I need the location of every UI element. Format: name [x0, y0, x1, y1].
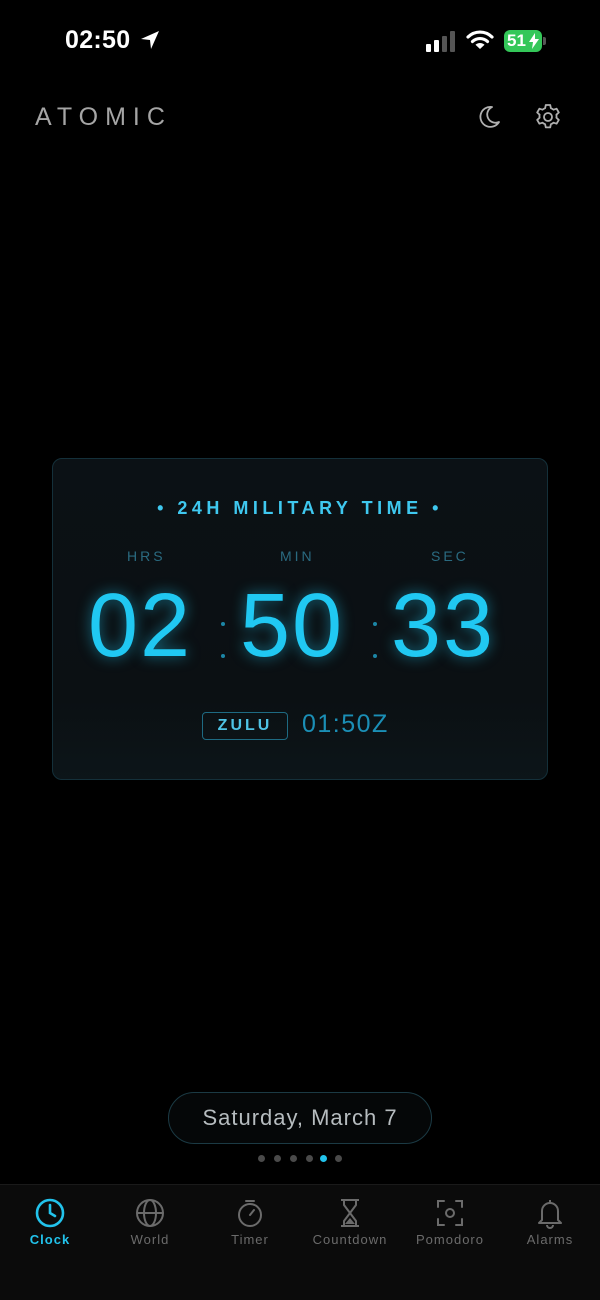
stopwatch-icon [238, 1200, 262, 1227]
tab-world[interactable]: World [100, 1185, 200, 1265]
tab-clock[interactable]: Clock [0, 1185, 100, 1265]
hourglass-icon [341, 1199, 359, 1227]
cellular-signal-icon [426, 31, 455, 52]
card-heading: • 24H MILITARY TIME • [157, 498, 443, 518]
tab-countdown[interactable]: Countdown [300, 1185, 400, 1265]
zulu-time: 01:50Z [302, 710, 389, 738]
battery-level: 51 [507, 31, 526, 50]
page-dot[interactable] [258, 1155, 265, 1162]
tab-label: World [130, 1232, 170, 1247]
globe-icon [136, 1199, 164, 1227]
battery-indicator: 51 [504, 30, 546, 52]
zulu-badge: ZULU [202, 712, 288, 740]
page-dot[interactable] [274, 1155, 281, 1162]
minutes-label: MIN [280, 548, 315, 564]
status-bar: 02:50 51 [0, 0, 600, 82]
colon-separator [221, 620, 225, 660]
seconds-digits: 33 [391, 576, 496, 676]
gear-icon[interactable] [533, 102, 563, 132]
tab-bar: Clock World Timer Countdown Pomodoro Ala… [0, 1184, 600, 1300]
colon-separator [373, 620, 377, 660]
hours-digits: 02 [88, 576, 193, 676]
wifi-icon [466, 30, 494, 49]
page-dot[interactable] [290, 1155, 297, 1162]
page-dot[interactable] [335, 1155, 342, 1162]
page-indicator[interactable] [258, 1155, 348, 1163]
location-arrow-icon [141, 31, 159, 49]
focus-icon [437, 1200, 463, 1226]
date-pill[interactable]: Saturday, March 7 [168, 1092, 432, 1144]
status-time: 02:50 [65, 26, 131, 54]
bell-icon [538, 1200, 562, 1229]
tab-pomodoro[interactable]: Pomodoro [400, 1185, 500, 1265]
minutes-digits: 50 [240, 576, 345, 676]
page-dot[interactable] [306, 1155, 313, 1162]
charging-bolt-icon [529, 33, 539, 49]
seconds-label: SEC [431, 548, 469, 564]
tab-timer[interactable]: Timer [200, 1185, 300, 1265]
battery-cap [543, 37, 546, 45]
page-dot-active[interactable] [320, 1155, 327, 1162]
tab-label: Pomodoro [416, 1232, 484, 1247]
tab-label: Countdown [312, 1232, 388, 1247]
moon-icon[interactable] [475, 103, 503, 131]
tab-label: Alarms [526, 1232, 574, 1247]
tab-label: Timer [231, 1232, 269, 1247]
app-title: ATOMIC [35, 103, 172, 131]
hours-label: HRS [127, 548, 166, 564]
tab-alarms[interactable]: Alarms [500, 1185, 600, 1265]
tab-label: Clock [29, 1232, 71, 1247]
clock-icon [35, 1198, 65, 1228]
